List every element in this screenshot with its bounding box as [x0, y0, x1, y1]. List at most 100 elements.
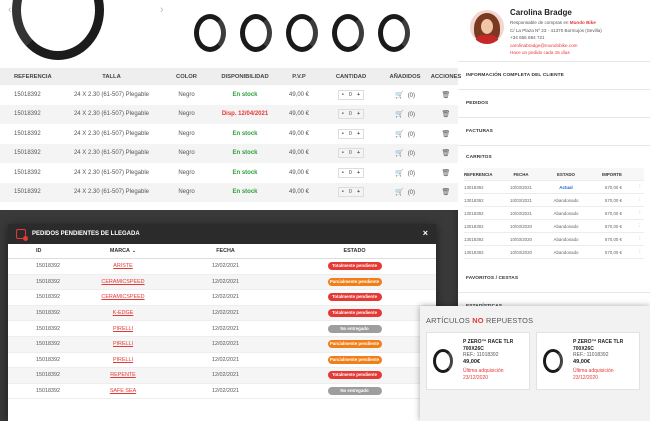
pending-row[interactable]: 15018392 ARISTE 12/02/2021 Totalmente pendi…	[8, 259, 436, 275]
tire-thumbnail[interactable]	[190, 8, 230, 56]
pending-row[interactable]: 15018392 K-EDGE 12/02/2021 Totalmente pendi…	[8, 305, 436, 322]
minus-icon[interactable]: •	[342, 92, 344, 98]
tire-thumbnail[interactable]	[282, 8, 322, 56]
trash-icon[interactable]: 🗑	[430, 110, 462, 118]
brand-link[interactable]: CERAMICSPEED	[101, 294, 144, 300]
tire-thumbnail[interactable]	[374, 8, 414, 56]
cart-icon[interactable]: 🛒	[395, 111, 404, 118]
quantity-stepper[interactable]: • 0 +	[337, 167, 365, 178]
cart-icon[interactable]: 🛒	[395, 189, 404, 196]
quantity-value[interactable]: 0	[349, 111, 352, 117]
section-carts[interactable]: CARRITOS	[458, 146, 650, 168]
brand-link[interactable]: PIRELLI	[113, 357, 133, 363]
quantity-value[interactable]: 0	[349, 170, 352, 176]
section-invoices[interactable]: FACTURAS	[458, 118, 650, 146]
added-cell: 🛒 (0)	[380, 188, 430, 196]
col-id: ID	[36, 248, 42, 254]
quantity-value[interactable]: 0	[349, 150, 352, 156]
brand-link[interactable]: ARISTE	[113, 263, 132, 269]
cart-row[interactable]: 13018392 10/03/2021 Abandonado 570,00 € ⋮	[464, 194, 644, 207]
plus-icon[interactable]: +	[357, 170, 360, 176]
quantity-stepper[interactable]: • 0 +	[337, 148, 365, 159]
minus-icon[interactable]: •	[342, 131, 344, 137]
brand-link[interactable]: K-EDGE	[113, 310, 134, 316]
more-icon[interactable]: ⋮	[622, 197, 642, 203]
section-full-info[interactable]: INFORMACIÓN COMPLETA DEL CLIENTE	[458, 62, 650, 90]
plus-icon[interactable]: +	[357, 111, 360, 117]
cart-row[interactable]: 13018392 10/03/2021 Actual 570,00 € ⋮	[464, 181, 644, 194]
plus-icon[interactable]: +	[357, 131, 360, 137]
cart-icon[interactable]: 🛒	[395, 150, 404, 157]
product-card[interactable]: P ZERO™ RACE TLR 700X26C REF.: 11018392 49,…	[426, 332, 530, 390]
order-date: 12/02/2021	[212, 325, 239, 332]
brand-link[interactable]: PIRELLI	[113, 326, 133, 332]
cart-row[interactable]: 13018392 10/03/2020 Abandonado 570,00 € ⋮	[464, 233, 644, 246]
pending-row[interactable]: 15018392 PIRELLI 12/02/2021 No entregado	[8, 321, 436, 337]
plus-icon[interactable]: +	[357, 189, 360, 195]
added-count: (0)	[407, 190, 416, 197]
col-marca[interactable]: MARCA ⌄	[68, 248, 178, 254]
brand-link[interactable]: SAFE SEA	[110, 388, 136, 394]
minus-icon[interactable]: •	[342, 189, 344, 195]
more-icon[interactable]: ⋮	[622, 223, 642, 229]
trash-icon[interactable]: 🗑	[430, 169, 462, 177]
product-price: 49,00€	[573, 358, 591, 365]
chevron-left-icon[interactable]: ‹	[8, 4, 12, 16]
quantity-value[interactable]: 0	[349, 189, 352, 195]
brand-link[interactable]: CERAMICSPEED	[101, 279, 144, 285]
variant-ref: 15018392	[14, 111, 41, 118]
quantity-value[interactable]: 0	[349, 92, 352, 98]
variant-color: Negro	[178, 150, 195, 157]
col-disponibilidad: DISPONIBILIDAD	[221, 73, 269, 80]
trash-icon[interactable]: 🗑	[430, 91, 462, 99]
trash-icon[interactable]: 🗑	[430, 149, 462, 157]
quantity-stepper[interactable]: • 0 +	[337, 89, 365, 100]
minus-icon[interactable]: •	[342, 150, 344, 156]
quantity-stepper[interactable]: • 0 +	[337, 187, 365, 198]
plus-icon[interactable]: +	[357, 92, 360, 98]
quantity-cell: • 0 +	[322, 148, 380, 159]
avatar	[470, 10, 504, 44]
more-icon[interactable]: ⋮	[622, 184, 642, 190]
quantity-stepper[interactable]: • 0 +	[337, 128, 365, 139]
pending-row[interactable]: 15018392 CERAMICSPEED 12/02/2021 Parcialmen…	[8, 274, 436, 291]
variant-price: 49,00 €	[288, 91, 310, 98]
order-id: 15018392	[36, 294, 60, 301]
pending-row[interactable]: 15018392 CERAMICSPEED 12/02/2021 Totalmente…	[8, 290, 436, 306]
close-icon[interactable]: ×	[423, 228, 428, 238]
pending-row[interactable]: 15018392 SAFE SEA 12/02/2021 No entregado	[8, 384, 436, 400]
more-icon[interactable]: ⋮	[622, 249, 642, 255]
cart-row[interactable]: 13018392 10/03/2020 Abandonado 570,00 € ⋮	[464, 220, 644, 233]
product-variants-panel: ‹ › REFERENCIA TALLA COLOR DISPONIBILIDA…	[0, 0, 461, 210]
tire-thumbnail[interactable]	[236, 8, 276, 56]
section-orders[interactable]: PEDIDOS	[458, 90, 650, 118]
cart-icon[interactable]: 🛒	[395, 92, 404, 99]
cart-icon[interactable]: 🛒	[395, 170, 404, 177]
section-favorites[interactable]: FAVORITOS / CESTAS	[458, 265, 650, 293]
more-icon[interactable]: ⋮	[622, 210, 642, 216]
minus-icon[interactable]: •	[342, 111, 344, 117]
chevron-right-icon[interactable]: ›	[160, 4, 164, 16]
col-pvp: P.V.P	[292, 73, 306, 80]
brand-link[interactable]: PIRELLI	[113, 341, 133, 347]
cart-amount: 570,00 €	[604, 210, 622, 216]
pending-header-row: ID MARCA ⌄ FECHA ESTADO	[8, 244, 436, 259]
product-card[interactable]: P ZERO™ RACE TLR 700X26C REF.: 11018392 49,…	[536, 332, 640, 390]
cart-row[interactable]: 13018392 10/03/2021 Abandonado 570,00 € ⋮	[464, 207, 644, 220]
cart-row[interactable]: 13018392 10/03/2020 Abandonado 570,00 € ⋮	[464, 246, 644, 259]
pending-row[interactable]: 15018392 PIRELLI 12/02/2021 Parcialmente pe…	[8, 336, 436, 353]
trash-icon[interactable]: 🗑	[430, 188, 462, 196]
pending-row[interactable]: 15018392 PIRELLI 12/02/2021 Parcialmente pe…	[8, 353, 436, 369]
minus-icon[interactable]: •	[342, 170, 344, 176]
plus-icon[interactable]: +	[357, 150, 360, 156]
cart-icon[interactable]: 🛒	[395, 131, 404, 138]
tire-thumbnail[interactable]	[328, 8, 368, 56]
quantity-value[interactable]: 0	[349, 131, 352, 137]
pending-row[interactable]: 15018392 REPENTE 12/02/2021 Totalmente pend…	[8, 368, 436, 384]
more-icon[interactable]: ⋮	[622, 236, 642, 242]
trash-icon[interactable]: 🗑	[430, 130, 462, 138]
quantity-stepper[interactable]: • 0 +	[337, 109, 365, 120]
customer-email[interactable]: carolinabradge@mundobike.com	[510, 42, 602, 50]
status-badge: Parcialmente pendiente	[327, 340, 382, 349]
brand-link[interactable]: REPENTE	[110, 372, 135, 378]
